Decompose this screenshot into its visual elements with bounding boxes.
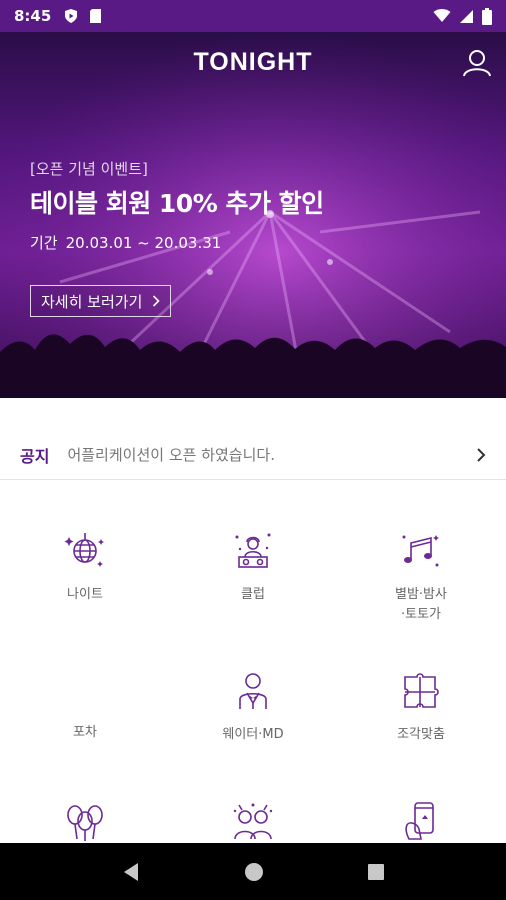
notice-label: 공지: [20, 446, 50, 466]
category-label: 별밤·밤사 ·토토가: [395, 587, 447, 622]
category-club[interactable]: 클럽: [169, 529, 337, 605]
category-label: 웨이터·MD: [222, 727, 284, 742]
category-starry-night[interactable]: 별밤·밤사 ·토토가: [337, 529, 505, 625]
category-night[interactable]: 나이트: [1, 529, 169, 605]
category-label: 포차: [73, 725, 97, 740]
chevron-right-icon: [153, 295, 161, 307]
period-label: 기간: [30, 234, 58, 252]
pocha-icon-placeholder: [63, 669, 107, 713]
wifi-icon: [433, 9, 451, 22]
event-title: 테이블 회원 10% 추가 할인: [30, 189, 324, 218]
battery-icon: [482, 7, 492, 25]
period-dates: 20.03.01 ~ 20.03.31: [65, 234, 222, 252]
status-time: 8:45: [14, 7, 52, 25]
notice-row[interactable]: 공지 어플리케이션이 오픈 하였습니다.: [0, 430, 506, 480]
event-banner[interactable]: TONIGHT [오픈 기념 이벤트] 테이블 회원 10% 추가 할인 기간 2…: [0, 32, 506, 398]
home-icon[interactable]: [243, 861, 265, 883]
chevron-right-icon: [477, 447, 486, 462]
category-puzzle-match[interactable]: 조각맞춤: [337, 669, 505, 745]
balloons-icon: [67, 805, 103, 841]
puzzle-icon: [404, 673, 439, 708]
waiter-icon: [239, 673, 267, 709]
category-pocha[interactable]: 포차: [1, 669, 169, 743]
disco-ball-icon: [64, 533, 104, 567]
party-people-icon: [233, 803, 273, 840]
category-label: 조각맞춤: [397, 727, 445, 742]
event-tag: [오픈 기념 이벤트]: [30, 160, 148, 178]
music-notes-icon: [402, 535, 439, 567]
category-label: 나이트: [67, 587, 103, 602]
dj-icon: [235, 533, 271, 568]
event-period: 기간 20.03.01 ~ 20.03.31: [30, 232, 221, 253]
back-icon[interactable]: [120, 861, 142, 883]
sd-card-icon: [90, 9, 102, 23]
play-protect-icon: [65, 9, 78, 23]
signal-icon: [460, 9, 473, 23]
status-bar: 8:45: [0, 0, 506, 32]
phone-hand-icon: [405, 802, 434, 840]
category-label: 클럽: [241, 587, 265, 602]
more-details-button[interactable]: 자세히 보러가기: [30, 285, 172, 317]
more-details-label: 자세히 보러가기: [41, 292, 143, 311]
category-waiter-md[interactable]: 웨이터·MD: [169, 669, 337, 745]
app-logo: TONIGHT: [193, 48, 313, 76]
recents-icon[interactable]: [366, 862, 386, 882]
system-navigation-bar: [0, 843, 506, 900]
notice-text: 어플리케이션이 오픈 하였습니다.: [67, 446, 275, 464]
profile-icon[interactable]: [462, 48, 492, 78]
